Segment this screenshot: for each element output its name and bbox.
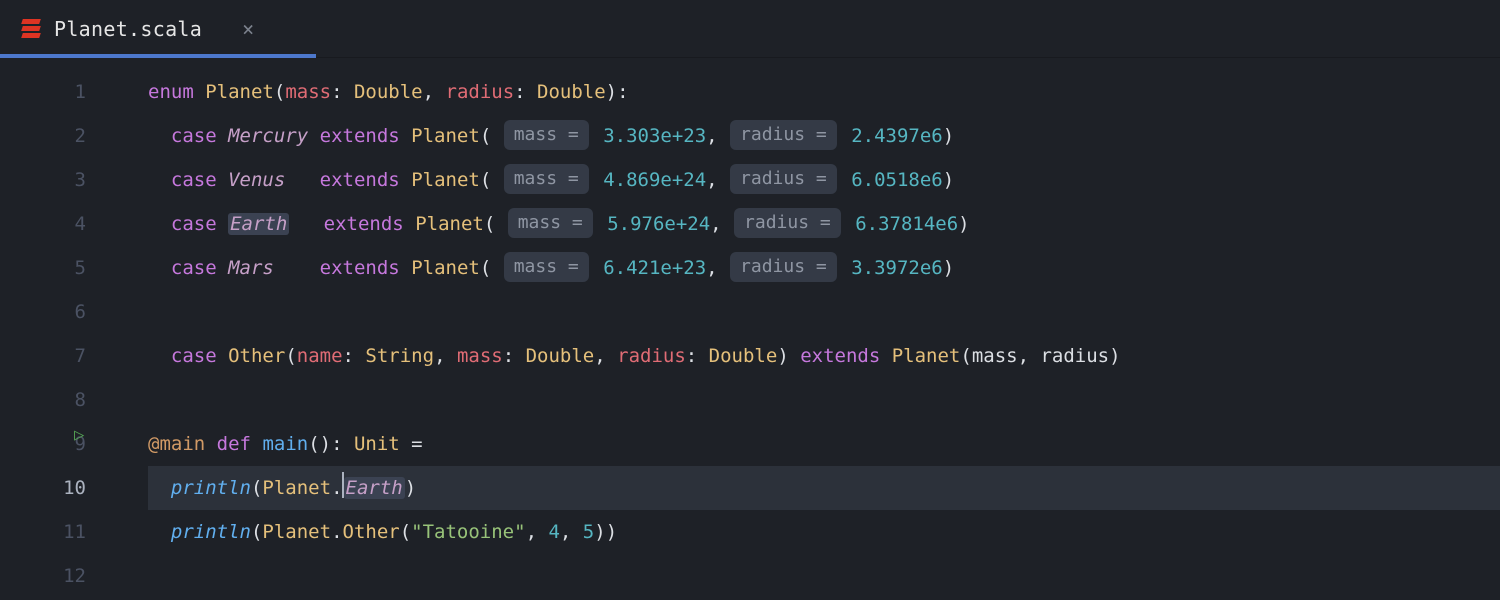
line-number: 4 (0, 202, 86, 246)
code-line-current: println(Planet.Earth) (148, 466, 1500, 510)
code-line: case Venus extends Planet( mass = 4.869e… (148, 158, 1500, 202)
run-icon[interactable]: ▷ (74, 425, 84, 445)
inlay-hint: mass = (504, 164, 589, 194)
code-line: case Mercury extends Planet( mass = 3.30… (148, 114, 1500, 158)
code-line: case Earth extends Planet( mass = 5.976e… (148, 202, 1500, 246)
line-number: 5 (0, 246, 86, 290)
tab-planet-scala[interactable]: Planet.scala × (0, 0, 276, 57)
code-line: println(Planet.Other("Tatooine", 4, 5)) (148, 510, 1500, 554)
line-number: 3 (0, 158, 86, 202)
inlay-hint: radius = (734, 208, 841, 238)
line-number: 8 (0, 378, 86, 422)
code-line: case Other(name: String, mass: Double, r… (148, 334, 1500, 378)
line-number: 12 (0, 554, 86, 598)
tab-filename: Planet.scala (54, 17, 202, 41)
code-line: enum Planet(mass: Double, radius: Double… (148, 70, 1500, 114)
line-number: 1 (0, 70, 86, 114)
scala-icon (22, 19, 40, 38)
inlay-hint: radius = (730, 164, 837, 194)
line-number: 6 (0, 290, 86, 334)
gutter: ▷ 1 2 3 4 5 6 7 8 9 10 11 12 (0, 70, 120, 598)
inlay-hint: radius = (730, 252, 837, 282)
inlay-hint: radius = (730, 120, 837, 150)
close-icon[interactable]: × (242, 17, 254, 41)
line-number: 10 (0, 466, 86, 510)
code-line: @main def main(): Unit = (148, 422, 1500, 466)
code-line (148, 554, 1500, 598)
code-line: case Mars extends Planet( mass = 6.421e+… (148, 246, 1500, 290)
code-line (148, 290, 1500, 334)
line-number: 11 (0, 510, 86, 554)
line-number: 2 (0, 114, 86, 158)
line-number: 7 (0, 334, 86, 378)
inlay-hint: mass = (504, 252, 589, 282)
code-line (148, 378, 1500, 422)
inlay-hint: mass = (508, 208, 593, 238)
editor[interactable]: ▷ 1 2 3 4 5 6 7 8 9 10 11 12 enum Planet… (0, 58, 1500, 598)
code-area[interactable]: enum Planet(mass: Double, radius: Double… (120, 70, 1500, 598)
inlay-hint: mass = (504, 120, 589, 150)
tab-bar: Planet.scala × (0, 0, 1500, 58)
